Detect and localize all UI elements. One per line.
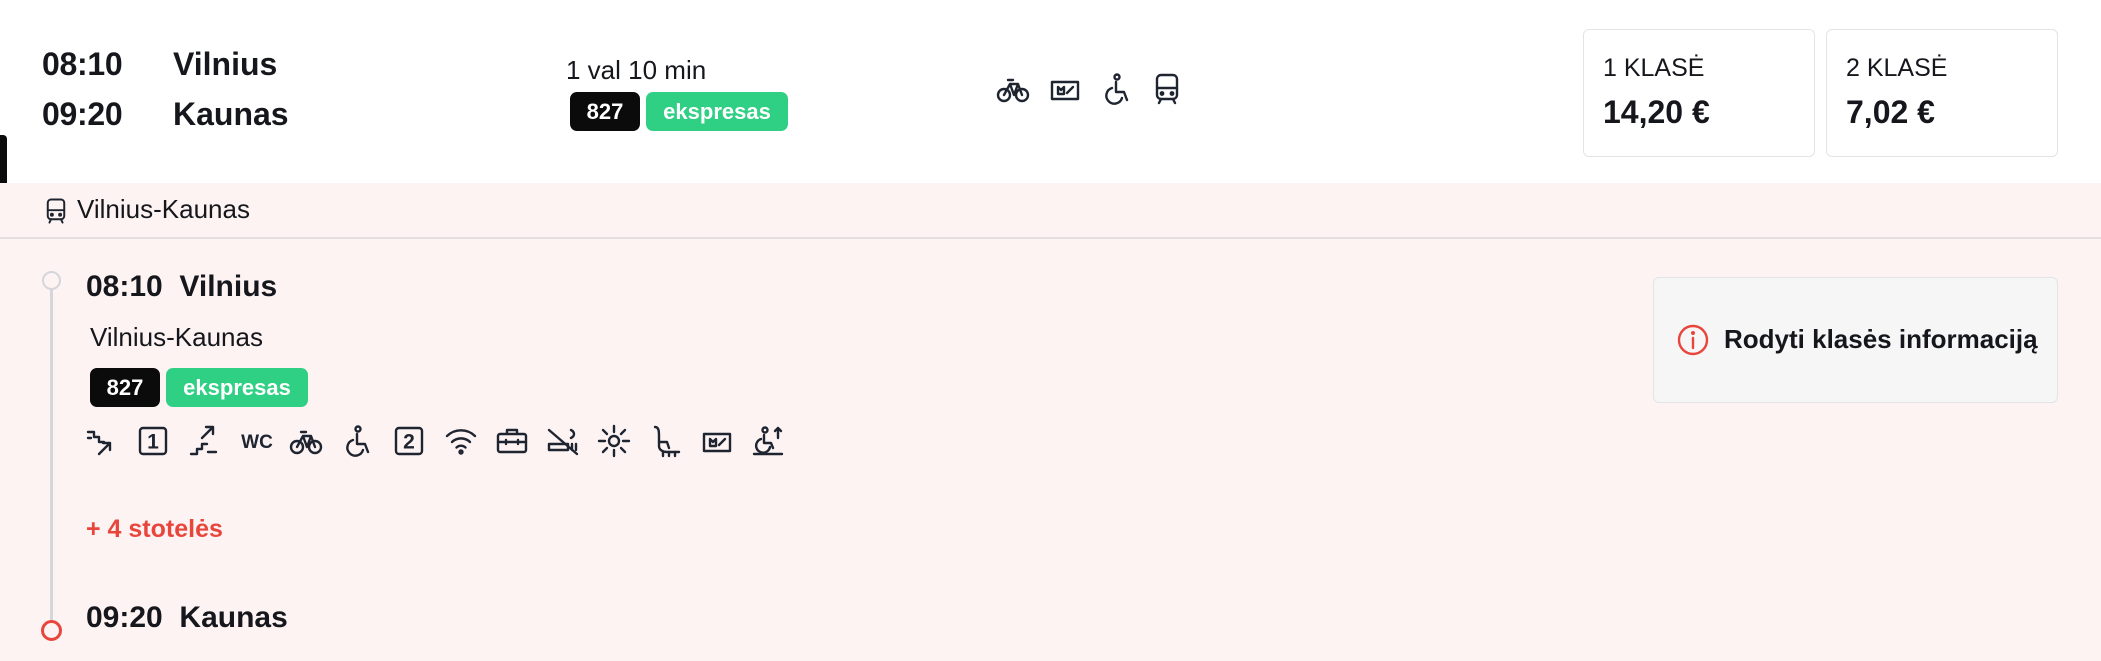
wheelchair-icon	[341, 424, 375, 458]
price-value: 14,20 €	[1603, 94, 1710, 130]
luggage-icon	[495, 424, 529, 458]
timeline-end-dot	[41, 620, 62, 641]
bicycle-icon	[289, 424, 323, 458]
start-stop-city: Vilnius	[179, 270, 278, 303]
air-conditioning-icon	[597, 424, 631, 458]
start-stop-time: 08:10	[86, 270, 163, 303]
price-value: 7,02 €	[1846, 94, 1935, 130]
first-class-icon: 1	[136, 424, 170, 458]
route-name: Vilnius-Kaunas	[77, 194, 250, 224]
more-stops-link[interactable]: + 4 stotelės	[86, 515, 223, 544]
timeline-line	[50, 287, 53, 622]
svg-text:2: 2	[403, 431, 415, 454]
journey-summary[interactable]: 08:10 Vilnius 09:20 Kaunas 1 val 10 min …	[0, 0, 2101, 183]
info-icon	[1676, 323, 1710, 357]
class-label: 2 KLASĖ	[1846, 54, 1948, 82]
wifi-icon	[444, 424, 478, 458]
journey-duration: 1 val 10 min	[566, 55, 707, 85]
journey-details-panel	[0, 183, 2101, 661]
wheelchair-icon	[1100, 72, 1134, 106]
end-stop-city: Kaunas	[179, 601, 288, 634]
start-stop: 08:10 Vilnius	[86, 270, 277, 304]
pet-icon	[1048, 72, 1082, 106]
arrival-time: 09:20	[42, 96, 123, 132]
sub-route-name: Vilnius-Kaunas	[90, 322, 263, 352]
class-info-label: Rodyti klasės informaciją	[1724, 324, 2038, 354]
price-card-second-class[interactable]: 2 KLASĖ 7,02 €	[1826, 29, 2058, 157]
wheelchair-lift-icon	[751, 424, 785, 458]
divider	[0, 237, 2101, 239]
train-type-badge: ekspresas	[166, 368, 308, 407]
second-class-icon: 2	[392, 424, 426, 458]
train-icon	[1150, 72, 1184, 106]
end-stop-time: 09:20	[86, 601, 163, 634]
timeline-start-dot	[42, 271, 61, 290]
departure-time: 08:10	[42, 46, 123, 82]
svg-text:1: 1	[147, 431, 159, 454]
arrival-city: Kaunas	[173, 96, 289, 132]
end-stop: 09:20 Kaunas	[86, 601, 288, 635]
departure-city: Vilnius	[173, 46, 278, 82]
class-info-button[interactable]: Rodyti klasės informaciją	[1653, 277, 2058, 403]
class-label: 1 KLASĖ	[1603, 54, 1705, 82]
stroller-icon	[649, 424, 683, 458]
pet-icon	[700, 424, 734, 458]
no-smoking-icon	[546, 424, 580, 458]
bicycle-icon	[996, 72, 1030, 106]
svg-text:WC: WC	[241, 432, 273, 453]
stairs-up-icon	[188, 424, 222, 458]
train-number-badge: 827	[570, 92, 640, 131]
wc-icon: WC	[238, 424, 276, 458]
train-type-badge: ekspresas	[646, 92, 788, 131]
train-number-badge: 827	[90, 368, 160, 407]
train-icon	[42, 197, 70, 225]
price-card-first-class[interactable]: 1 KLASĖ 14,20 €	[1583, 29, 1815, 157]
stairs-down-icon	[85, 424, 119, 458]
